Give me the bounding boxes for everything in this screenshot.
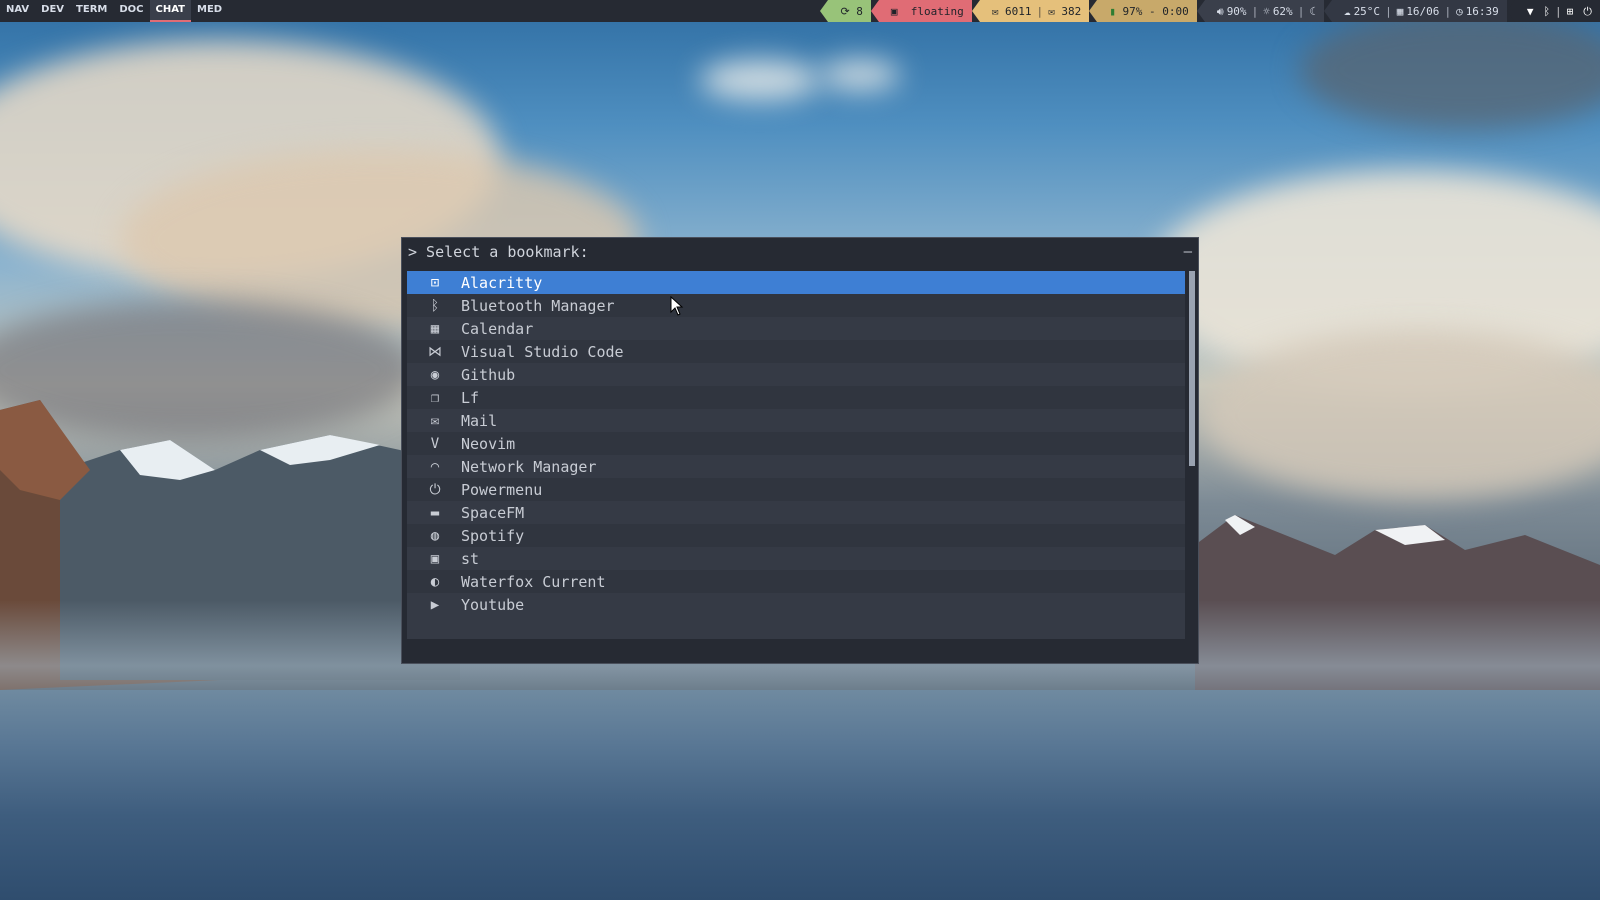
- list-item-mail[interactable]: ✉ Mail: [407, 409, 1185, 432]
- list-item-bluetooth-manager[interactable]: ᛒ Bluetooth Manager: [407, 294, 1185, 317]
- empty-list-row: [407, 616, 1185, 639]
- list-item-label: Neovim: [461, 434, 516, 453]
- brightness-icon: ☼: [1263, 4, 1270, 18]
- list-item-youtube[interactable]: ▶ Youtube: [407, 593, 1185, 616]
- workspace-med[interactable]: MED: [191, 0, 228, 22]
- workspace-nav[interactable]: NAV: [0, 0, 35, 22]
- list-item-spotify[interactable]: ◍ Spotify: [407, 524, 1185, 547]
- add-icon[interactable]: ⊞: [1567, 6, 1574, 17]
- power-icon: ⏻: [429, 481, 441, 498]
- workspace-dev[interactable]: DEV: [35, 0, 70, 22]
- menu-prompt-row[interactable]: > Select a bookmark: –: [402, 238, 1198, 266]
- battery-icon: ▮: [1109, 4, 1116, 18]
- minimize-button[interactable]: –: [1184, 244, 1192, 260]
- date: ▦ 16/06: [1397, 5, 1440, 18]
- list-item-lf[interactable]: ❐ Lf: [407, 386, 1185, 409]
- wifi-icon: ◠: [430, 458, 440, 475]
- youtube-icon: ▶: [430, 596, 440, 613]
- updates-count: 8: [856, 4, 863, 18]
- list-item-github[interactable]: ◉ Github: [407, 363, 1185, 386]
- menu-prompt: > Select a bookmark:: [408, 243, 589, 261]
- workspace-term[interactable]: TERM: [70, 0, 113, 22]
- window-mode-label: floating: [910, 4, 964, 18]
- list-item-label: Alacritty: [461, 273, 543, 292]
- calendar-icon: ▦: [430, 320, 440, 337]
- list-item-st[interactable]: ▣ st: [407, 547, 1185, 570]
- list-item-label: st: [461, 549, 480, 568]
- folder-icon: ▬: [430, 504, 440, 521]
- list-item-label: Network Manager: [461, 457, 597, 476]
- mail-module[interactable]: ✉ 6011 | ✉ 382: [971, 0, 1090, 22]
- list-item-label: Powermenu: [461, 480, 543, 499]
- info-module: ☁ 25°C | ▦ 16/06 | ◷ 16:39: [1323, 0, 1507, 22]
- menu-scrollbar[interactable]: [1189, 271, 1195, 466]
- mouse-cursor-icon: [670, 296, 684, 316]
- system-module[interactable]: ▮ 97% - 0:00: [1089, 0, 1197, 22]
- list-item-label: Spotify: [461, 526, 525, 545]
- brightness-level: 62%: [1272, 4, 1293, 18]
- brightness-control[interactable]: ☼ 62%: [1263, 5, 1293, 18]
- list-item-label: Lf: [461, 388, 480, 407]
- file-manager-icon: ❐: [430, 389, 440, 406]
- refresh-icon: ⟳: [840, 4, 850, 18]
- list-item-label: Youtube: [461, 595, 525, 614]
- vscode-icon: ⋈: [428, 343, 442, 360]
- github-icon: ◉: [430, 366, 440, 383]
- window-mode-module[interactable]: ▣ floating: [870, 0, 972, 22]
- list-item-spacefm[interactable]: ▬ SpaceFM: [407, 501, 1185, 524]
- power-tray-icon[interactable]: ⏻: [1583, 6, 1592, 17]
- temperature: 25°C: [1353, 4, 1381, 18]
- list-item-label: Bluetooth Manager: [461, 296, 615, 315]
- clock-icon: ◷: [1456, 4, 1463, 18]
- list-item-label: Visual Studio Code: [461, 342, 624, 361]
- terminal-icon: ⊡: [430, 274, 440, 291]
- window-icon: ▣: [890, 4, 898, 18]
- workspace-switcher: NAV DEV TERM DOC CHAT MED: [0, 0, 228, 22]
- neovim-icon: V: [430, 435, 440, 452]
- wifi-tray-icon[interactable]: ▼: [1527, 6, 1534, 17]
- inbox-icon: ✉: [1048, 4, 1055, 18]
- top-status-bar: NAV DEV TERM DOC CHAT MED ⟳ 8 ▣ floating…: [0, 0, 1600, 22]
- spotify-icon: ◍: [430, 527, 440, 544]
- mail2-count: 382: [1061, 4, 1082, 18]
- bluetooth-icon: ᛒ: [430, 297, 440, 314]
- list-item-label: Calendar: [461, 319, 534, 338]
- time-text: 16:39: [1465, 4, 1499, 18]
- controls-module: 🔊︎ 90% | ☼ 62% | ☾: [1196, 0, 1324, 22]
- mail-count: 6011: [1005, 4, 1032, 18]
- calendar-icon: ▦: [1396, 4, 1404, 18]
- mail-icon: ✉: [991, 4, 999, 18]
- date-text: 16/06: [1406, 4, 1440, 18]
- battery-status: 97% - 0:00: [1122, 4, 1189, 18]
- list-item-label: SpaceFM: [461, 503, 525, 522]
- volume-control[interactable]: 🔊︎ 90%: [1217, 5, 1247, 18]
- list-item-neovim[interactable]: V Neovim: [407, 432, 1185, 455]
- workspace-chat[interactable]: CHAT: [149, 0, 191, 22]
- list-item-label: Github: [461, 365, 516, 384]
- list-item-label: Mail: [461, 411, 498, 430]
- cloud-icon: ☁: [1343, 4, 1351, 18]
- list-item-network-manager[interactable]: ◠ Network Manager: [407, 455, 1185, 478]
- weather: ☁ 25°C: [1344, 5, 1380, 18]
- updates-module[interactable]: ⟳ 8: [820, 0, 871, 22]
- list-item-calendar[interactable]: ▦ Calendar: [407, 317, 1185, 340]
- list-item-alacritty[interactable]: ⊡ Alacritty: [407, 271, 1185, 294]
- list-item-vscode[interactable]: ⋈ Visual Studio Code: [407, 340, 1185, 363]
- mail-icon: ✉: [430, 412, 440, 429]
- bookmark-list: ⊡ Alacritty ᛒ Bluetooth Manager ▦ Calend…: [407, 271, 1185, 639]
- volume-icon: 🔊︎: [1216, 4, 1224, 18]
- list-item-waterfox[interactable]: ◐ Waterfox Current: [407, 570, 1185, 593]
- clock: ◷ 16:39: [1456, 5, 1499, 18]
- system-tray: ▼ ᛒ | ⊞ ⏻: [1506, 0, 1600, 22]
- bookmark-menu: > Select a bookmark: – ⊡ Alacritty ᛒ Blu…: [401, 237, 1199, 664]
- list-item-label: Waterfox Current: [461, 572, 606, 591]
- volume-level: 90%: [1226, 4, 1247, 18]
- waterfox-icon: ◐: [430, 573, 440, 590]
- bluetooth-tray-icon[interactable]: ᛒ: [1543, 6, 1550, 17]
- terminal-small-icon: ▣: [430, 550, 440, 567]
- list-item-powermenu[interactable]: ⏻ Powermenu: [407, 478, 1185, 501]
- night-mode-icon[interactable]: ☾: [1309, 6, 1316, 17]
- workspace-doc[interactable]: DOC: [113, 0, 149, 22]
